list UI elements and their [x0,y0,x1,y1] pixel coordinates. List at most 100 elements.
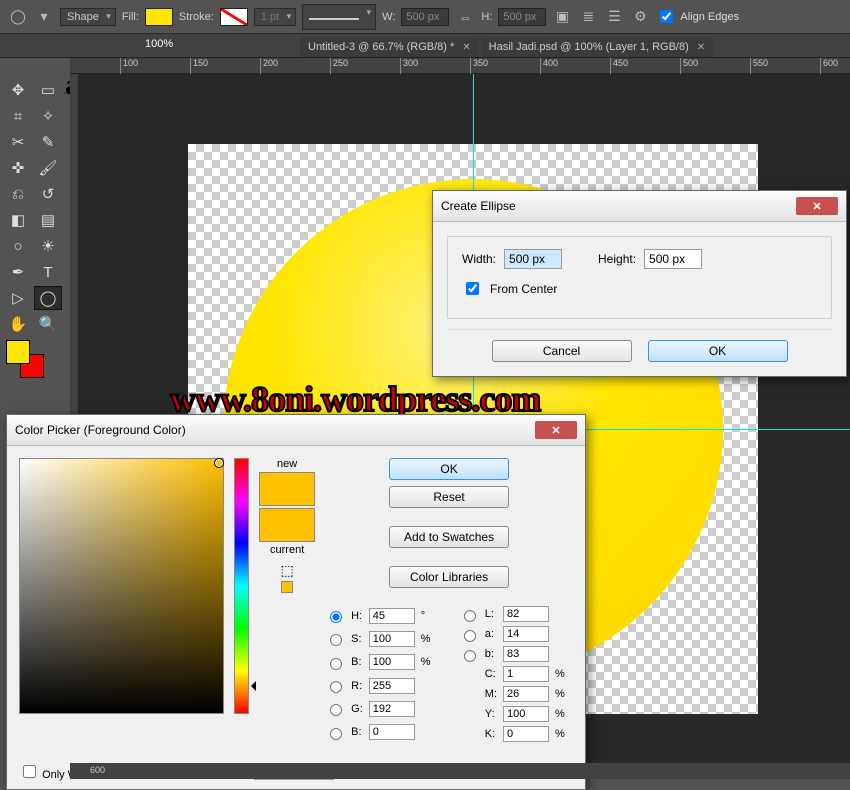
websafe-swatch-icon[interactable] [281,581,293,593]
brush-tool[interactable]: 🖌 [34,156,62,180]
path-align-icon[interactable]: ≣ [578,7,598,27]
width-label: Width: [462,252,496,266]
dialog-titlebar[interactable]: Create Ellipse ✕ [433,191,846,222]
type-tool[interactable]: T [34,260,62,284]
a-radio[interactable] [464,630,476,642]
k-input[interactable] [503,726,549,742]
gear-icon[interactable]: ⚙ [630,7,650,27]
ruler-horizontal[interactable]: 100150200250300350400450500550600 [70,58,850,74]
align-edges-input[interactable] [660,10,673,23]
color-libraries-button[interactable]: Color Libraries [389,566,509,588]
ok-button[interactable]: OK [648,340,788,362]
rectangular-marquee-tool[interactable]: ▭ [34,78,62,102]
bb-input[interactable] [369,724,415,740]
hue-slider[interactable] [234,458,249,714]
path-arrange-icon[interactable]: ☰ [604,7,624,27]
ok-button[interactable]: OK [389,458,509,480]
hand-tool[interactable]: ✋ [4,312,32,336]
s-radio[interactable] [330,634,342,646]
ruler-mark: 550 [750,58,768,74]
bv-radio[interactable] [330,658,342,670]
m-input[interactable] [503,686,549,702]
tool-preset-dropdown-icon[interactable]: ▾ [34,7,54,27]
ruler-mark: 300 [400,58,418,74]
saturation-value-field[interactable] [19,458,224,714]
from-center-input[interactable] [466,282,479,295]
crop-tool[interactable]: ✂ [4,130,32,154]
web-colors-input[interactable] [23,765,36,778]
path-ops-icon[interactable]: ▣ [552,7,572,27]
tab-untitled[interactable]: Untitled-3 @ 66.7% (RGB/8) * ✕ [300,37,479,57]
dialog-title: Create Ellipse [441,199,516,213]
sv-cursor-icon [214,458,224,468]
c-input[interactable] [503,666,549,682]
gradient-tool[interactable]: ▤ [34,208,62,232]
dialog-titlebar[interactable]: Color Picker (Foreground Color) ✕ [7,415,585,446]
tab-label: Untitled-3 @ 66.7% (RGB/8) * [308,41,454,53]
y-input[interactable] [503,706,549,722]
ruler-mark: 150 [190,58,208,74]
options-bar: ◯ ▾ Shape Fill: Stroke: 1 pt W: ⇔ H: ▣ ≣… [0,0,850,34]
w-label: W: [382,11,395,23]
lab-b-input[interactable] [503,646,549,662]
h-radio[interactable] [330,611,342,623]
height-input[interactable] [498,8,546,26]
new-color-preview [259,472,315,506]
move-tool[interactable]: ✥ [4,78,32,102]
current-label: current [270,544,304,556]
tool-mode-dropdown[interactable]: Shape [60,8,116,26]
create-ellipse-dialog: Create Ellipse ✕ Width: Height: From Cen… [432,190,847,377]
r-radio[interactable] [330,681,342,693]
magic-wand-tool[interactable]: ✧ [34,104,62,128]
g-input[interactable] [369,701,415,717]
current-color-preview [259,508,315,542]
close-icon[interactable]: ✕ [796,197,838,215]
zoom-tool[interactable]: 🔍 [34,312,62,336]
path-selection-tool[interactable]: ▷ [4,286,32,310]
add-swatches-button[interactable]: Add to Swatches [389,526,509,548]
pen-tool[interactable]: ✒ [4,260,32,284]
stroke-swatch[interactable] [220,8,248,26]
foreground-color-swatch[interactable] [6,340,30,364]
h-input[interactable] [369,608,415,624]
bv-input[interactable] [369,654,415,670]
ruler-mark: 200 [260,58,278,74]
link-wh-icon[interactable]: ⇔ [455,7,475,27]
fill-swatch[interactable] [145,8,173,26]
close-icon[interactable]: ✕ [535,421,577,439]
stroke-width-dropdown[interactable]: 1 pt [254,8,296,26]
close-icon[interactable]: ✕ [697,42,705,53]
close-icon[interactable]: ✕ [462,42,470,53]
align-edges-checkbox[interactable]: Align Edges [656,7,739,26]
l-radio[interactable] [464,610,476,622]
dodge-tool[interactable]: ☀ [34,234,62,258]
from-center-checkbox[interactable]: From Center [462,279,817,298]
blur-tool[interactable]: ○ [4,234,32,258]
a-input[interactable] [503,626,549,642]
ellipse-tool[interactable]: ◯ [34,286,62,310]
r-input[interactable] [369,678,415,694]
align-edges-label: Align Edges [680,11,739,23]
bb-radio[interactable] [330,728,342,740]
stroke-style-dropdown[interactable] [302,4,376,30]
lab-b-radio[interactable] [464,650,476,662]
reset-button[interactable]: Reset [389,486,509,508]
l-input[interactable] [503,606,549,622]
healing-brush-tool[interactable]: ✜ [4,156,32,180]
lasso-tool[interactable]: ⌗ [4,104,32,128]
clone-stamp-tool[interactable]: ⎌ [4,182,32,206]
cube-icon[interactable]: ⬚ [281,562,294,579]
height-label: Height: [598,252,636,266]
cancel-button[interactable]: Cancel [492,340,632,362]
history-brush-tool[interactable]: ↺ [34,182,62,206]
s-input[interactable] [369,631,415,647]
g-radio[interactable] [330,704,342,716]
width-input[interactable] [401,8,449,26]
ellipse-height-input[interactable] [644,249,702,269]
h-label: H: [481,11,492,23]
ellipse-width-input[interactable] [504,249,562,269]
eraser-tool[interactable]: ◧ [4,208,32,232]
tab-hasiljadi[interactable]: Hasil Jadi.psd @ 100% (Layer 1, RGB/8) ✕ [481,37,713,57]
eyedropper-tool[interactable]: ✎ [34,130,62,154]
tools-panel: ✥▭⌗✧✂✎✜🖌⎌↺◧▤○☀✒T▷◯✋🔍 [0,74,64,340]
